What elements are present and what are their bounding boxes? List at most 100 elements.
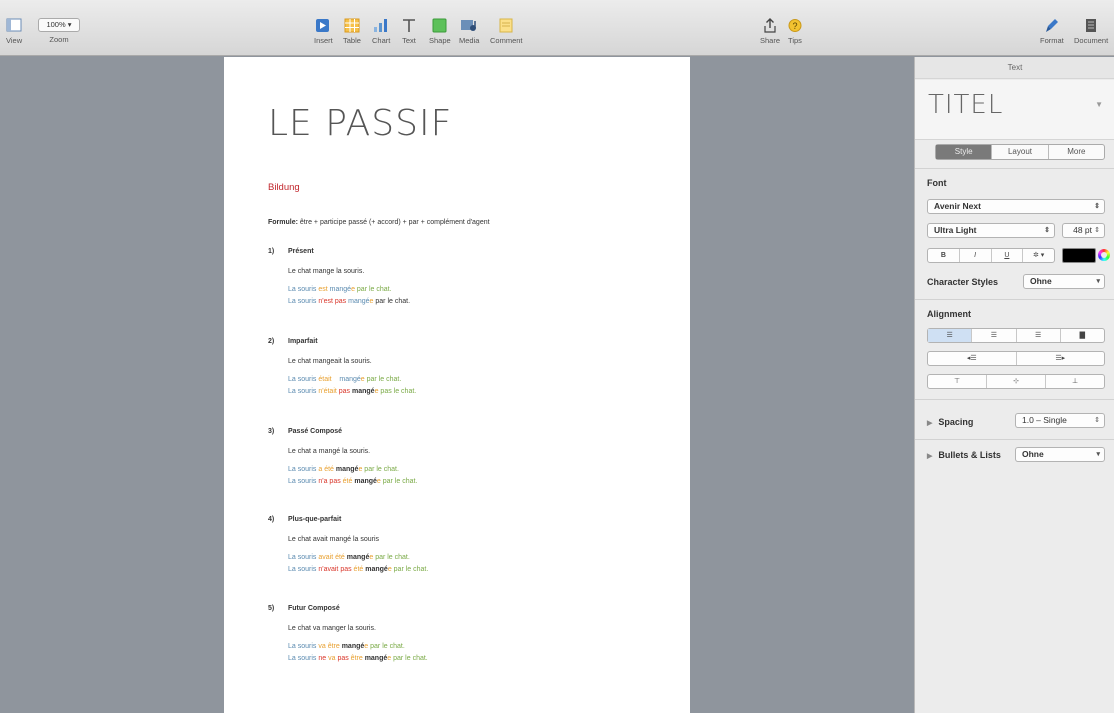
inspector-tabs: Style Layout More <box>935 144 1105 160</box>
section[interactable]: 5) Futur Composé Le chat va manger la sour… <box>268 605 668 675</box>
bullets-select[interactable]: Ohne ▾ <box>1015 447 1105 462</box>
format-button[interactable]: Format <box>1040 18 1064 45</box>
paragraph-style-picker[interactable]: TITEL ▼ <box>915 80 1114 140</box>
doc-subtitle[interactable]: Bildung <box>268 182 300 193</box>
sentence-segment: été <box>351 566 364 573</box>
sentence-segment: La souris <box>288 298 319 305</box>
formula-line[interactable]: Formule: être + participe passé (+ accor… <box>268 219 490 226</box>
text-color-well[interactable] <box>1062 248 1096 263</box>
divider <box>915 299 1114 300</box>
sentence-segment: pas <box>336 388 351 395</box>
media-button[interactable]: Media <box>459 18 479 45</box>
zoom-control[interactable]: 100% ▾ Zoom <box>38 18 80 44</box>
section[interactable]: 4) Plus-que-parfait Le chat avait mangé la… <box>268 516 668 586</box>
sentence-segment: La souris <box>288 376 319 383</box>
disclosure-triangle-icon: ▶ <box>927 453 933 460</box>
sentence-segment: mangé <box>333 466 359 473</box>
sentence-segment: mangé <box>346 298 370 305</box>
document-button[interactable]: Document <box>1074 18 1108 45</box>
sentence-segment: mangé <box>344 554 370 561</box>
sentence-segment: mangé <box>362 655 388 662</box>
font-family-select[interactable]: Avenir Next ⇕ <box>927 199 1105 214</box>
passive-sentence: La souris est mangée par le chat. <box>288 286 392 293</box>
vertical-align-buttons: ⊤ ⊹ ⊥ <box>927 374 1105 389</box>
section-title: Passé Composé <box>288 428 343 435</box>
stepper-icon: ⇕ <box>1044 227 1050 234</box>
decrease-indent-icon[interactable]: ◂☰ <box>928 352 1017 365</box>
section[interactable]: 3) Passé Composé Le chat a mangé la souris… <box>268 428 668 498</box>
disclosure-triangle-icon: ▶ <box>927 420 933 427</box>
bold-button[interactable]: B <box>928 249 960 262</box>
chart-button[interactable]: Chart <box>372 18 390 45</box>
bullets-disclosure[interactable]: ▶ Bullets & Lists <box>927 450 1001 460</box>
toolbar: View 100% ▾ Zoom Insert Table Chart Text… <box>0 0 1114 56</box>
document-canvas: LE PASSIF Bildung Formule: être + partic… <box>0 57 914 713</box>
section-title: Imparfait <box>288 338 318 345</box>
section-number: 3) <box>268 428 275 435</box>
spacing-select[interactable]: 1.0 – Single ⇕ <box>1015 413 1105 428</box>
font-weight-select[interactable]: Ultra Light ⇕ <box>927 223 1055 238</box>
sentence-segment: n'est pas <box>318 298 347 305</box>
active-sentence: Le chat mange la souris. <box>288 268 365 275</box>
section-number: 1) <box>268 248 275 255</box>
sentence-segment: va être <box>318 643 340 650</box>
comment-button[interactable]: Comment <box>490 18 523 45</box>
tab-style[interactable]: Style <box>936 145 993 159</box>
section-title: Plus-que-parfait <box>288 516 342 523</box>
section[interactable]: 2) Imparfait Le chat mangeait la souris. La… <box>268 338 668 408</box>
sentence-segment: par le chat. <box>373 298 411 305</box>
color-wheel-icon[interactable] <box>1098 249 1110 261</box>
text-button[interactable]: Text <box>401 18 417 45</box>
divider <box>915 399 1114 400</box>
increase-indent-icon[interactable]: ☰▸ <box>1017 352 1105 365</box>
sentence-segment: par le chat. <box>368 643 405 650</box>
insert-button[interactable]: Insert <box>314 18 333 45</box>
view-button[interactable]: View <box>6 18 22 45</box>
stepper-icon: ⇕ <box>1094 203 1100 210</box>
tab-more[interactable]: More <box>1049 145 1104 159</box>
sentence-segment: par le chat. <box>354 286 392 293</box>
sentence-segment: a été <box>318 466 334 473</box>
sentence-segment: n'était <box>318 388 337 395</box>
sentence-segment: par le chat. <box>391 566 429 573</box>
tab-layout[interactable]: Layout <box>992 145 1049 159</box>
align-bottom-icon[interactable]: ⊥ <box>1046 375 1104 388</box>
align-right-icon[interactable]: ☰ <box>1017 329 1061 342</box>
align-middle-icon[interactable]: ⊹ <box>987 375 1046 388</box>
text-options-gear-button[interactable]: ✲ ▾ <box>1023 249 1054 262</box>
font-size-field[interactable]: 48 pt ⇕ <box>1062 223 1105 238</box>
table-button[interactable]: Table <box>343 18 361 45</box>
svg-text:?: ? <box>792 21 797 31</box>
document-page[interactable]: LE PASSIF Bildung Formule: être + partic… <box>224 57 690 713</box>
font-section-title: Font <box>927 178 947 188</box>
italic-button[interactable]: I <box>960 249 992 262</box>
indent-buttons: ◂☰ ☰▸ <box>927 351 1105 366</box>
section-number: 4) <box>268 516 275 523</box>
sentence-segment: La souris <box>288 466 319 473</box>
spacing-disclosure[interactable]: ▶ Spacing <box>927 417 973 427</box>
negative-passive-sentence: La souris n'était pas mangée pas le chat… <box>288 388 416 395</box>
section[interactable]: 1) Présent Le chat mange la souris. La sour… <box>268 248 668 318</box>
doc-title[interactable]: LE PASSIF <box>268 103 452 144</box>
comment-icon <box>499 18 513 33</box>
sentence-segment: La souris <box>288 643 319 650</box>
underline-button[interactable]: U <box>992 249 1024 262</box>
alignment-section-title: Alignment <box>927 309 971 319</box>
shape-button[interactable]: Shape <box>429 18 451 45</box>
section-heading: 1) Présent <box>268 248 668 258</box>
align-top-icon[interactable]: ⊤ <box>928 375 987 388</box>
character-styles-select[interactable]: Ohne ▾ <box>1023 274 1105 289</box>
text-icon <box>403 19 415 32</box>
align-left-icon[interactable]: ☰ <box>928 329 973 342</box>
sentence-segment: par le chat. <box>362 466 399 473</box>
align-justify-icon[interactable]: ▇ <box>1061 329 1104 342</box>
align-center-icon[interactable]: ☰ <box>972 329 1017 342</box>
negative-passive-sentence: La souris n'avait pas été mangée par le … <box>288 566 428 573</box>
sentence-segment: La souris <box>288 388 319 395</box>
inspector-header: Text <box>915 57 1114 79</box>
share-icon <box>764 18 776 33</box>
share-button[interactable]: Share <box>760 18 780 45</box>
sentence-segment: par le chat. <box>391 655 428 662</box>
tips-button[interactable]: ? Tips <box>788 18 802 45</box>
sentence-segment: mangé <box>331 376 361 383</box>
